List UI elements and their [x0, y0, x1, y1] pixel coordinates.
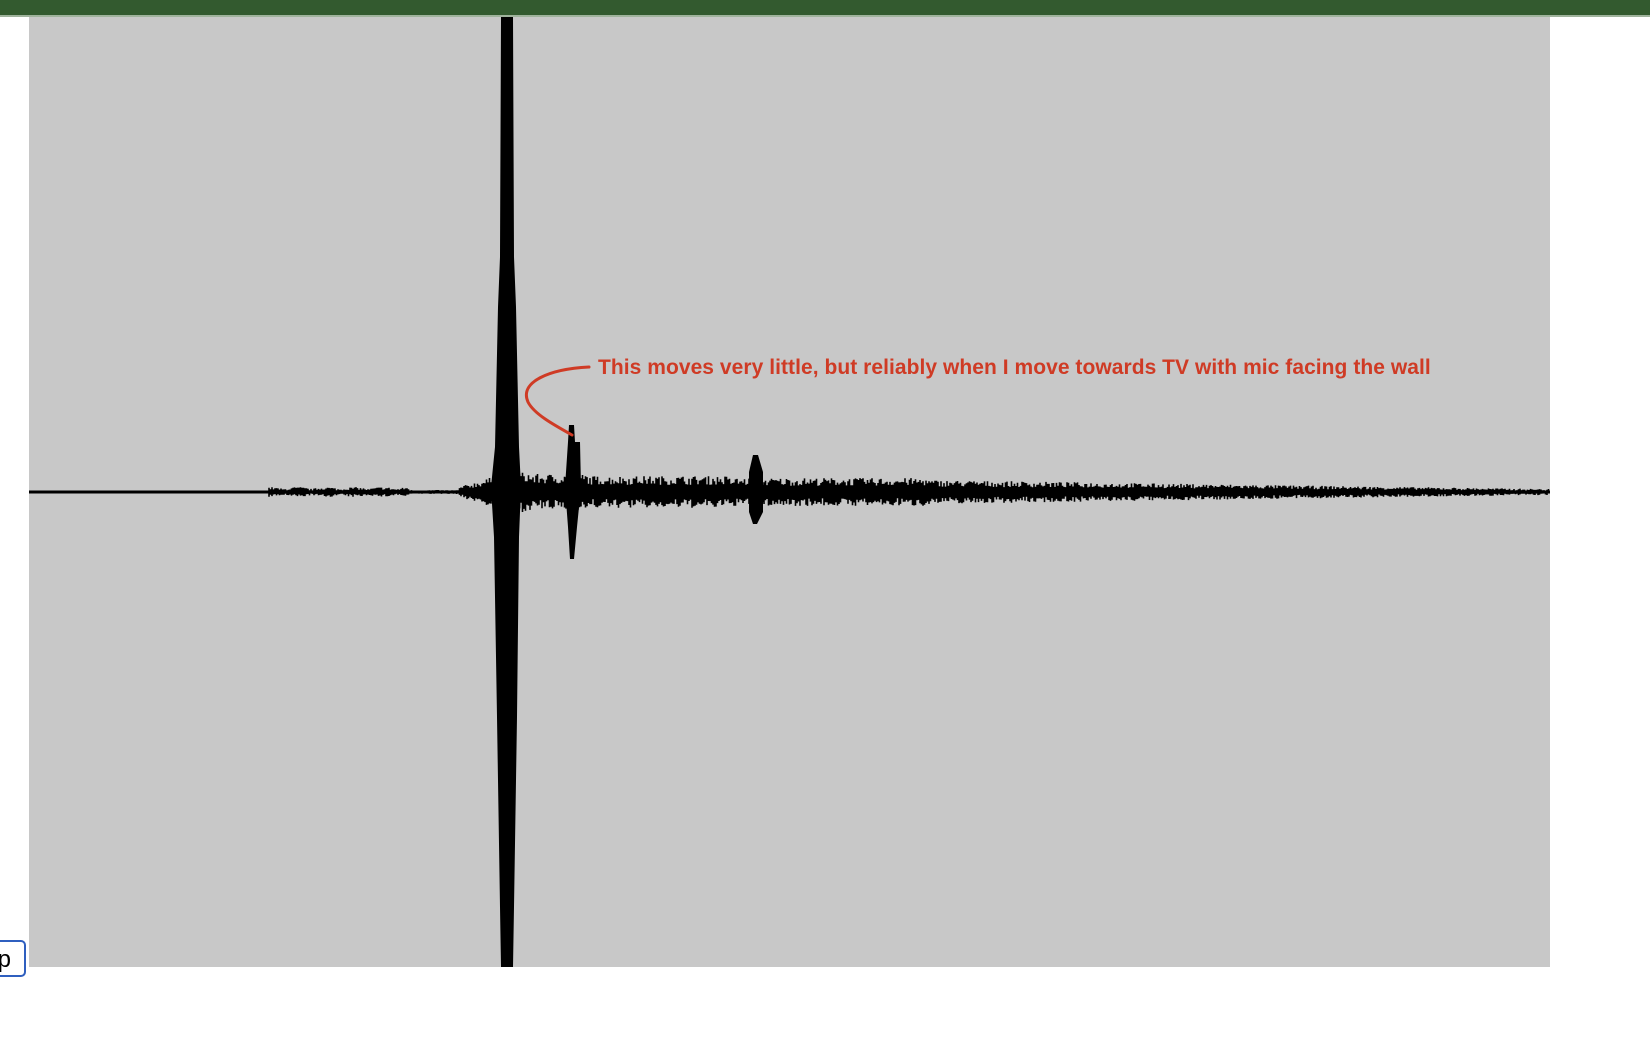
- header-bar: [0, 0, 1650, 16]
- impulse-spike: [491, 17, 521, 967]
- callout-arrow: [524, 365, 591, 437]
- waveform: [29, 17, 1550, 967]
- reflection-spike: [565, 425, 581, 559]
- late-reflection-bump: [749, 455, 763, 524]
- waveform-panel[interactable]: This moves very little, but reliably whe…: [29, 17, 1550, 967]
- waveform-canvas: [29, 17, 1550, 967]
- waveform-body: [29, 472, 1550, 512]
- annotation-label: This moves very little, but reliably whe…: [598, 356, 1431, 379]
- side-button[interactable]: p: [0, 940, 26, 977]
